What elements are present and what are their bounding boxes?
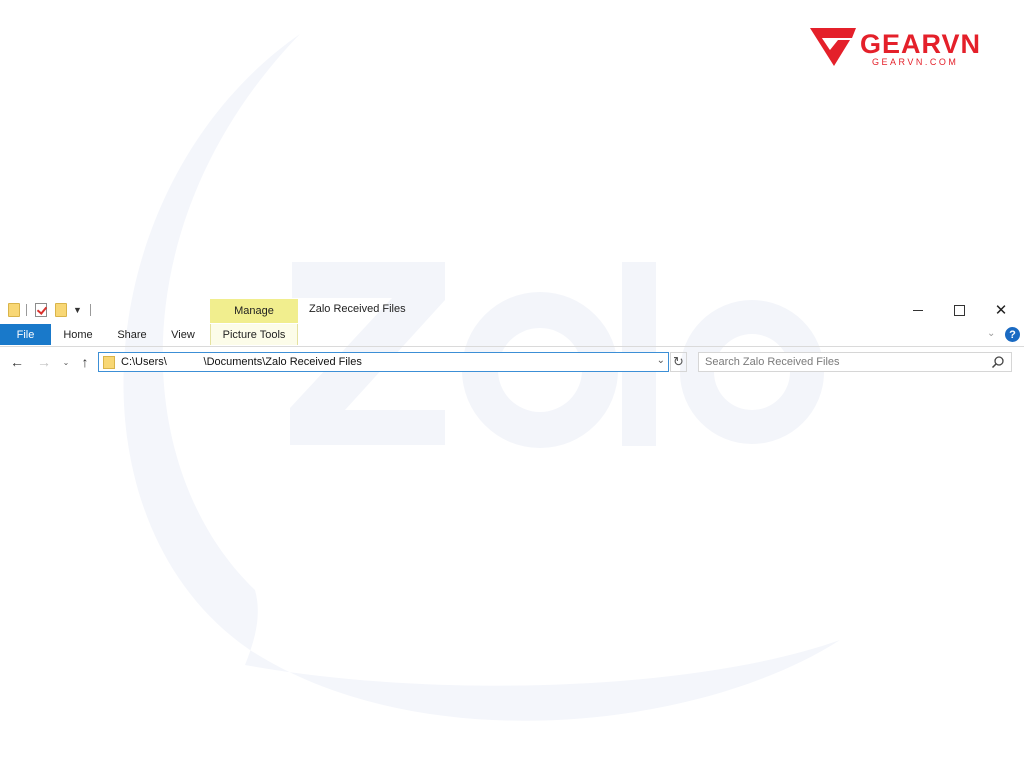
title-bar [0,298,1024,323]
tab-share[interactable]: Share [108,324,156,345]
recent-locations-button[interactable]: ⌄ [60,352,72,372]
maximize-icon [953,304,965,316]
search-input[interactable] [705,355,985,369]
refresh-icon: ↻ [673,354,684,369]
refresh-button[interactable]: ↻ [670,352,687,372]
gearvn-logo: GEARVN GEARVN.COM [808,26,983,70]
up-arrow-icon: ↑ [81,354,89,370]
minimize-button[interactable] [903,300,933,320]
folder-icon[interactable] [8,303,20,317]
back-arrow-icon: ← [10,354,24,370]
window-title: Zalo Received Files [309,303,406,315]
search-icon[interactable] [991,355,1005,369]
zalo-watermark [123,34,841,721]
up-button[interactable]: ↑ [77,352,93,372]
minimize-icon [913,309,923,311]
address-dropdown-icon[interactable]: ⌄ [657,355,665,366]
customize-dropdown-icon[interactable]: ▼ [73,305,82,315]
forward-button[interactable]: → [36,352,52,372]
tab-file[interactable]: File [0,324,51,345]
brand-name: GEARVN [860,29,982,59]
toolbar-separator [89,304,91,316]
close-button[interactable]: ✕ [986,300,1016,320]
properties-icon[interactable] [35,303,47,317]
forward-arrow-icon: → [37,354,51,370]
address-bar[interactable]: C:\Users\ \Documents\Zalo Received Files… [98,352,669,372]
search-box[interactable] [698,352,1012,372]
new-folder-icon[interactable] [55,303,67,317]
toolbar-separator [26,304,27,316]
tab-home[interactable]: Home [54,324,102,345]
help-icon[interactable]: ? [1005,327,1020,342]
back-button[interactable]: ← [9,352,25,372]
manage-contextual-tab[interactable]: Manage [210,299,298,323]
maximize-button[interactable] [944,300,974,320]
tab-view[interactable]: View [162,324,204,345]
brand-domain: GEARVN.COM [872,57,959,67]
quick-access-toolbar: ▼ [8,301,99,319]
close-icon: ✕ [994,302,1008,319]
tab-picture-tools[interactable]: Picture Tools [210,324,298,345]
chevron-down-icon: ⌄ [62,357,70,367]
gearvn-logo-mark-icon [810,28,856,66]
folder-icon [103,356,115,369]
expand-ribbon-chevron-icon[interactable]: ⌄ [987,328,995,339]
address-path[interactable]: C:\Users\ \Documents\Zalo Received Files [121,356,362,368]
